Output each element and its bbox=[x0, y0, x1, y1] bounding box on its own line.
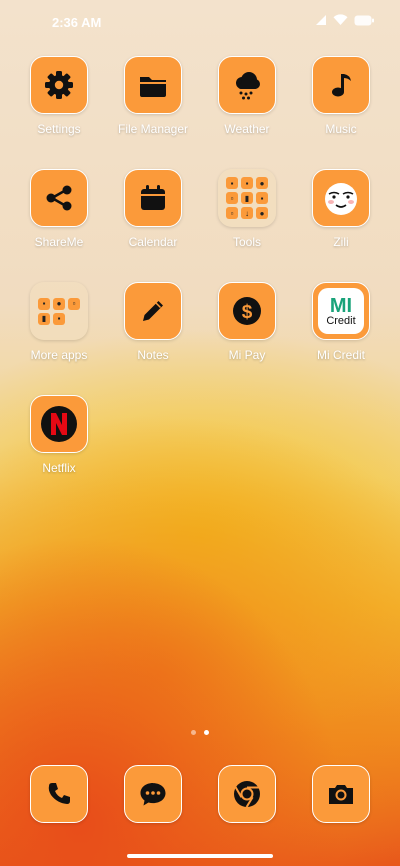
chat-bubble-icon bbox=[140, 783, 166, 806]
camera-app-tile[interactable] bbox=[312, 765, 370, 823]
dock-camera[interactable] bbox=[294, 765, 388, 823]
app-label: File Manager bbox=[117, 122, 189, 136]
mini-app-icon: ● bbox=[256, 207, 268, 219]
chrome-app-tile[interactable] bbox=[218, 765, 276, 823]
camera-icon bbox=[329, 785, 353, 804]
app-label: Notes bbox=[137, 348, 169, 362]
mi-credit-logo-sub: Credit bbox=[326, 314, 356, 327]
page-indicator bbox=[0, 730, 400, 735]
netflix-app-tile[interactable] bbox=[30, 395, 88, 453]
share-icon bbox=[46, 185, 72, 211]
status-bar: 2:36 AM bbox=[0, 0, 400, 44]
folder-tools[interactable]: ▪ ▪ ● ▫ ▮ ▪ ▫ ↓ ● Tools bbox=[200, 169, 294, 249]
music-note-icon bbox=[332, 74, 351, 97]
app-label: ShareMe bbox=[34, 235, 84, 249]
mini-app-icon: ▮ bbox=[241, 192, 253, 204]
app-label: Music bbox=[325, 122, 357, 136]
more-apps-folder-tile[interactable]: ▪ ● ▫ ▮ ▪ bbox=[30, 282, 88, 340]
app-shareme[interactable]: ShareMe bbox=[12, 169, 106, 249]
zili-face-icon bbox=[325, 183, 357, 215]
app-label: Calendar bbox=[128, 235, 178, 249]
mi-credit-logo-text: MI bbox=[329, 294, 353, 317]
phone-icon bbox=[48, 783, 70, 804]
mini-app-icon: ▫ bbox=[226, 207, 238, 219]
mi-pay-app-tile[interactable]: $ bbox=[218, 282, 276, 340]
pencil-icon bbox=[143, 301, 163, 321]
app-mi-credit[interactable]: MI Credit Mi Credit bbox=[294, 282, 388, 362]
mi-credit-logo: MI Credit bbox=[318, 288, 364, 334]
tools-folder-tile[interactable]: ▪ ▪ ● ▫ ▮ ▪ ▫ ↓ ● bbox=[218, 169, 276, 227]
signal-icon bbox=[316, 15, 326, 25]
gear-icon bbox=[45, 71, 73, 99]
calendar-icon bbox=[141, 185, 165, 210]
dollar-coin-icon: $ bbox=[233, 297, 261, 325]
settings-app-tile[interactable] bbox=[30, 56, 88, 114]
app-label: Weather bbox=[224, 122, 270, 136]
page-dot-active[interactable] bbox=[204, 730, 209, 735]
weather-app-tile[interactable] bbox=[218, 56, 276, 114]
zili-app-tile[interactable] bbox=[312, 169, 370, 227]
page-dot[interactable] bbox=[191, 730, 196, 735]
app-settings[interactable]: Settings bbox=[12, 56, 106, 136]
app-calendar[interactable]: Calendar bbox=[106, 169, 200, 249]
home-indicator[interactable] bbox=[127, 854, 273, 858]
calendar-app-tile[interactable] bbox=[124, 169, 182, 227]
mini-app-icon: ▫ bbox=[226, 192, 238, 204]
app-label: More apps bbox=[30, 348, 88, 362]
status-icons bbox=[315, 14, 374, 26]
netflix-logo bbox=[41, 406, 77, 442]
status-time: 2:36 AM bbox=[52, 15, 102, 30]
app-file-manager[interactable]: File Manager bbox=[106, 56, 200, 136]
wifi-icon bbox=[333, 14, 348, 25]
mini-app-icon: ↓ bbox=[241, 207, 253, 219]
mini-app-icon: ▪ bbox=[38, 297, 50, 310]
mini-app-icon: ● bbox=[256, 177, 268, 189]
app-label: Settings bbox=[37, 122, 81, 136]
phone-app-tile[interactable] bbox=[30, 765, 88, 823]
shareme-app-tile[interactable] bbox=[30, 169, 88, 227]
mini-app-icon: ▪ bbox=[226, 177, 238, 189]
music-app-tile[interactable] bbox=[312, 56, 370, 114]
messages-app-tile[interactable] bbox=[124, 765, 182, 823]
mi-credit-app-tile[interactable]: MI Credit bbox=[312, 282, 370, 340]
mini-app-icon: ▪ bbox=[256, 192, 268, 204]
folder-icon bbox=[140, 77, 166, 97]
dock-chrome[interactable] bbox=[200, 765, 294, 823]
notes-app-tile[interactable] bbox=[124, 282, 182, 340]
mini-app-icon: ▪ bbox=[241, 177, 253, 189]
app-netflix[interactable]: Netflix bbox=[12, 395, 106, 475]
app-mi-pay[interactable]: $ Mi Pay bbox=[200, 282, 294, 362]
app-zili[interactable]: Zili bbox=[294, 169, 388, 249]
app-notes[interactable]: Notes bbox=[106, 282, 200, 362]
folder-more-apps[interactable]: ▪ ● ▫ ▮ ▪ More apps bbox=[12, 282, 106, 362]
dock-phone[interactable] bbox=[12, 765, 106, 823]
mini-app-icon: ● bbox=[53, 297, 65, 310]
battery-icon bbox=[354, 15, 374, 25]
cloud-rain-icon bbox=[236, 72, 260, 100]
app-weather[interactable]: Weather bbox=[200, 56, 294, 136]
app-music[interactable]: Music bbox=[294, 56, 388, 136]
mini-app-icon: ▪ bbox=[53, 312, 65, 325]
app-label: Zili bbox=[333, 235, 349, 249]
file-manager-app-tile[interactable] bbox=[124, 56, 182, 114]
chrome-icon bbox=[234, 781, 260, 808]
dock-messages[interactable] bbox=[106, 765, 200, 823]
mini-app-icon: ▫ bbox=[68, 297, 80, 310]
app-label: Netflix bbox=[42, 461, 76, 475]
app-label: Mi Pay bbox=[228, 348, 266, 362]
mini-app-icon: ▮ bbox=[38, 312, 50, 325]
svg-text:$: $ bbox=[242, 302, 253, 323]
app-label: Mi Credit bbox=[316, 348, 365, 362]
app-label: Tools bbox=[232, 235, 261, 249]
